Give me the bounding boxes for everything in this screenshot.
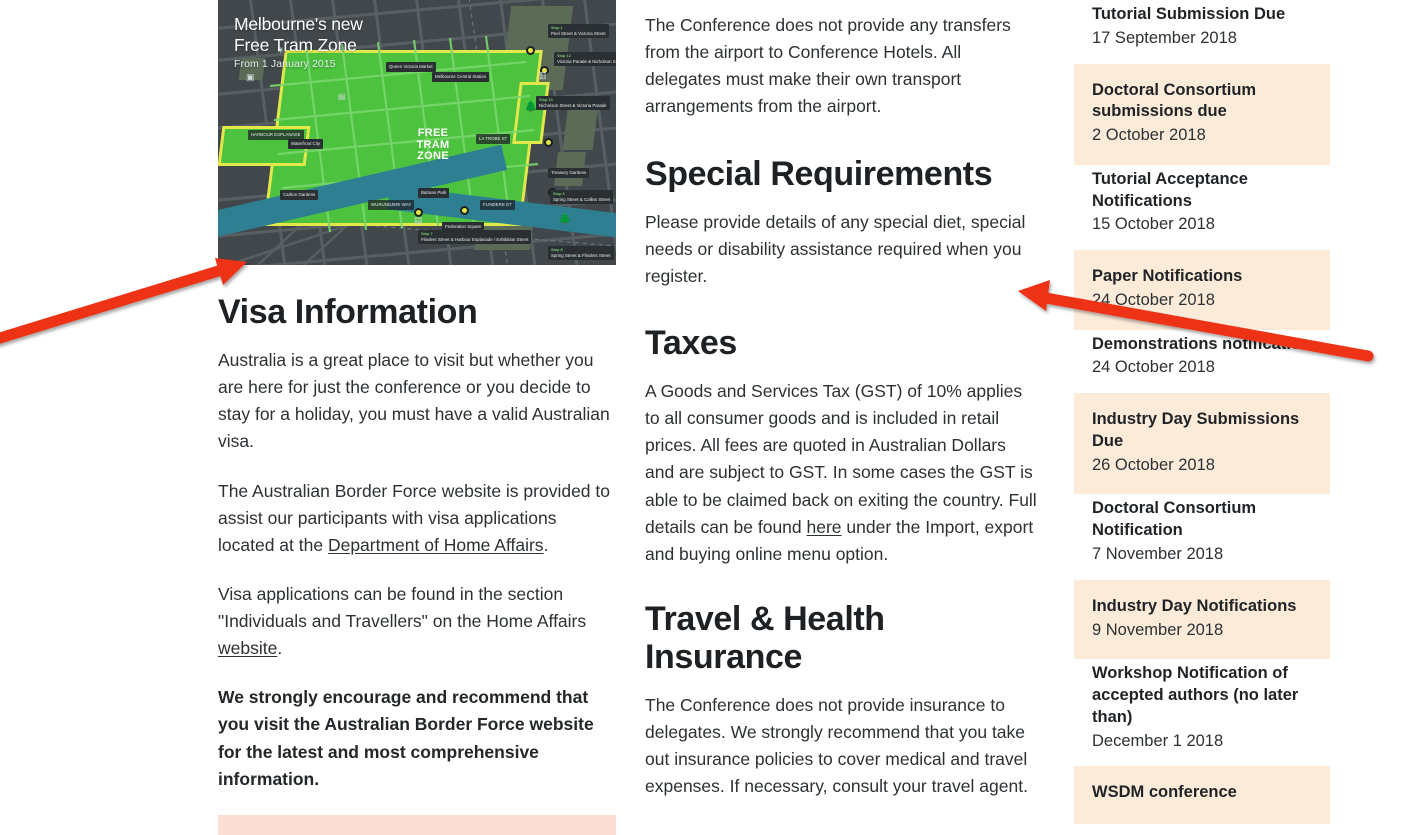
important-dates-sidebar: Tutorial Submission Due 17 September 2018…	[1074, 0, 1330, 825]
map-stop-label: Stop 9 Spring Street & Collins Street	[550, 190, 614, 205]
map-stop-label: Stop 10 Nicholson Street & Victoria Parad…	[536, 96, 610, 111]
page-root: Stop 1 Peel Street & Victoria Street Stop…	[0, 0, 1409, 835]
visa-recommendation-paragraph: We strongly encourage and recommend that…	[218, 687, 594, 789]
map-stop-marker	[526, 46, 535, 55]
deadline-title: Doctoral Consortium submissions due	[1092, 80, 1257, 121]
map-title: Melbourne's new Free Tram Zone	[234, 14, 363, 55]
deadline-card: Doctoral Consortium submissions due 2 Oct…	[1074, 63, 1330, 165]
deadline-date: 2 October 2018	[1092, 126, 1206, 145]
map-landmark-label: Carlton Gardens	[280, 190, 319, 200]
map-stop-marker	[460, 206, 469, 215]
deadline-date: 7 November 2018	[1092, 545, 1224, 564]
map-stop-label: Stop 7 Flinders Street & Harbour Esplanad…	[418, 230, 532, 245]
deadline-title: Tutorial Acceptance Notifications	[1092, 169, 1248, 210]
special-requirements-paragraph: Please provide details of any special di…	[645, 211, 1026, 286]
deadline-card: Tutorial Acceptance Notifications 15 Octo…	[1074, 165, 1330, 250]
visa-p3-text-before: Visa applications can be found in the se…	[218, 583, 587, 632]
deadline-date: 24 October 2018	[1092, 290, 1215, 309]
deadline-title: Industry Day Submissions Due	[1092, 410, 1300, 450]
airport-transfers-paragraph: The Conference does not provide any tran…	[645, 15, 1011, 117]
visa-paragraph-3: Visa applications can be found in the se…	[218, 581, 616, 662]
map-tree-icon: 🌲	[558, 213, 572, 225]
map-stop-label: Stop 1 Peel Street & Victoria Street	[548, 24, 609, 39]
visa-paragraph-2: The Australian Border Force website is p…	[218, 478, 616, 559]
map-landmark-label: Batman Park	[418, 188, 450, 198]
map-street-label: HARBOUR ESPLANADE	[248, 130, 304, 140]
visa-p2-text-after: .	[543, 534, 549, 555]
middle-content-column: The Conference does not provide any tran…	[645, 0, 1037, 835]
free-tram-zone-map: Stop 1 Peel Street & Victoria Street Stop…	[218, 0, 616, 265]
map-museum-icon: ▣	[246, 72, 255, 82]
deadline-card: Industry Day Submissions Due 26 October 2…	[1074, 393, 1330, 495]
map-landmark-label: Melbourne Central Station	[432, 72, 490, 82]
deadline-title: Workshop Notification of accepted author…	[1092, 664, 1299, 726]
map-street-label: FLINDERS ST	[480, 200, 515, 210]
taxes-paragraph: A Goods and Services Tax (GST) of 10% ap…	[645, 378, 1037, 568]
map-stop-marker	[544, 138, 553, 147]
visa-information-heading: Visa Information	[218, 293, 478, 331]
deadline-card: Workshop Notification of accepted author…	[1074, 659, 1330, 766]
map-title-line-1: Melbourne's new	[234, 14, 363, 34]
deadline-card: WSDM conference	[1074, 766, 1330, 825]
map-street-label: LA TROBE ST	[476, 134, 511, 144]
deadline-date: 24 October 2018	[1092, 358, 1215, 377]
deadline-card: Industry Day Notifications 9 November 201…	[1074, 579, 1330, 660]
deadline-title: WSDM conference	[1092, 783, 1237, 802]
deadline-card: Doctoral Consortium Notification 7 Novemb…	[1074, 494, 1330, 579]
map-street-label: WURUNDJERI WAY	[368, 200, 415, 210]
deadline-date: 26 October 2018	[1092, 455, 1215, 474]
map-landmark-label: Treasury Gardens	[548, 168, 590, 178]
map-landmark-label: Queen Victoria Market	[386, 62, 436, 72]
visa-paragraph-1: Australia is a great place to visit but …	[218, 350, 610, 452]
deadline-card: Tutorial Submission Due 17 September 2018	[1074, 0, 1330, 64]
home-affairs-website-link[interactable]: website	[218, 638, 277, 658]
arrow-to-map	[0, 258, 247, 344]
deadline-title: Demonstrations notification	[1092, 334, 1312, 353]
left-content-column: Stop 1 Peel Street & Victoria Street Stop…	[218, 0, 616, 835]
map-tree-icon: 🌲	[524, 101, 538, 113]
visa-reminder-callout: Remember to make sure you allow enough t…	[218, 814, 616, 835]
deadline-date: December 1 2018	[1092, 731, 1224, 750]
deadline-date: 15 October 2018	[1092, 215, 1215, 234]
deadline-title: Doctoral Consortium Notification	[1092, 499, 1257, 540]
deadline-card: Demonstrations notification 24 October 20…	[1074, 330, 1330, 394]
deadline-list: Tutorial Submission Due 17 September 2018…	[1074, 0, 1330, 825]
visa-p3-text-after: .	[277, 638, 283, 659]
travel-health-insurance-heading: Travel & Health Insurance	[645, 599, 885, 676]
map-building-icon: ▥	[538, 70, 547, 80]
special-requirements-heading: Special Requirements	[645, 154, 993, 193]
taxes-here-link[interactable]: here	[807, 517, 842, 537]
map-landmark-label: Waterfront City	[288, 139, 324, 149]
map-title-line-2: Free Tram Zone	[234, 34, 357, 55]
map-landmark-label: Federation Square	[442, 222, 485, 232]
map-subtitle: From 1 January 2015	[234, 58, 336, 70]
map-free-tram-zone-label: FREE TRAM ZONE	[416, 127, 450, 163]
deadline-date: 17 September 2018	[1092, 28, 1237, 47]
department-of-home-affairs-link[interactable]: Department of Home Affairs	[328, 535, 544, 555]
deadline-title: Paper Notifications	[1092, 267, 1243, 286]
map-stop-label: Stop 12Victoria Parade & Nicholson Stree…	[554, 52, 616, 67]
map-station-icon: ▤	[414, 215, 423, 225]
travel-health-insurance-paragraph: The Conference does not provide insuranc…	[645, 695, 1028, 797]
taxes-text-before: A Goods and Services Tax (GST) of 10% ap…	[645, 381, 1037, 537]
deadline-date: 9 November 2018	[1092, 620, 1224, 639]
map-station-icon: ▤	[338, 92, 346, 101]
taxes-heading: Taxes	[645, 323, 737, 362]
deadline-card: Paper Notifications 24 October 2018	[1074, 250, 1330, 330]
deadline-title: Tutorial Submission Due	[1092, 5, 1286, 23]
map-stop-label: Stop 8 Spring Street & Flinders Street	[548, 246, 614, 261]
deadline-title: Industry Day Notifications	[1092, 596, 1297, 615]
